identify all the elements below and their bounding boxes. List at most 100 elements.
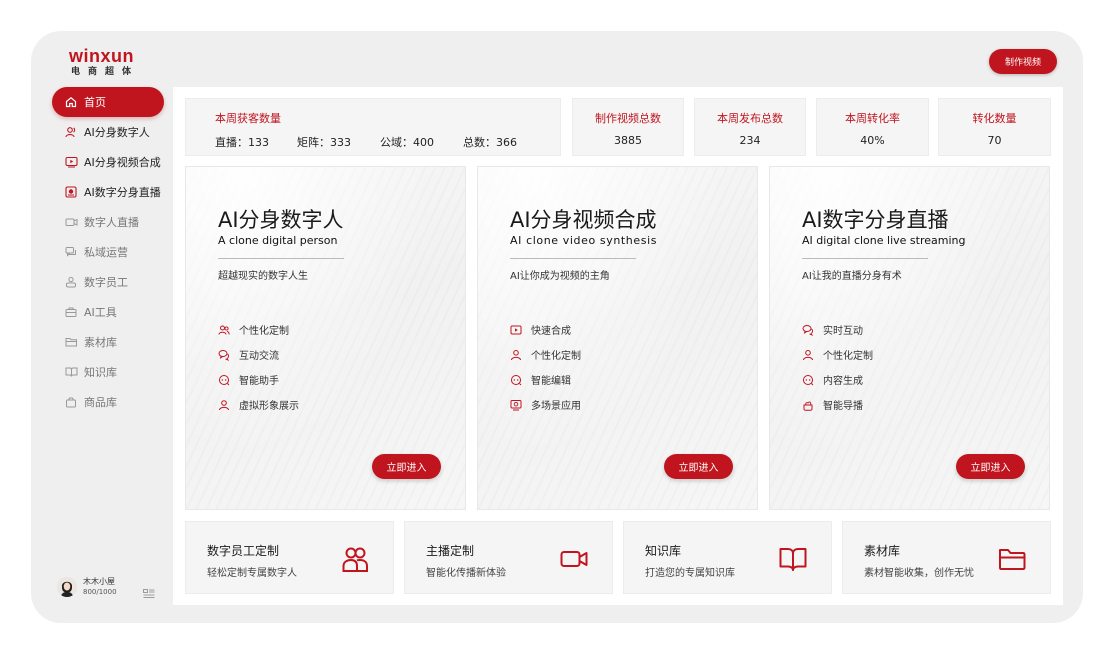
users-icon: [64, 275, 78, 289]
stat-value: 3885: [614, 134, 642, 147]
assistant-icon: [218, 374, 230, 386]
menu-icon[interactable]: [143, 584, 155, 598]
divider: [802, 258, 928, 259]
stat-title: 本周获客数量: [215, 112, 281, 125]
enter-button[interactable]: 立即进入: [956, 454, 1025, 479]
stat-public: 公域：400: [380, 136, 434, 149]
card-description: AI让我的直播分身有术: [802, 271, 902, 282]
tile-title: 主播定制: [426, 544, 475, 558]
tile-subtitle: 素材智能收集，创作无忧: [864, 568, 974, 579]
live-icon: [64, 185, 78, 199]
stat-live: 直播：133: [215, 136, 269, 149]
stat-matrix: 矩阵：333: [297, 136, 351, 149]
feature-label: 智能导播: [823, 401, 863, 412]
sidebar-item-ai-live-stream[interactable]: AI数字分身直播: [52, 177, 164, 207]
stat-title: 转化数量: [972, 112, 1017, 125]
feature-label: 快速合成: [531, 326, 571, 337]
sidebar-item-home[interactable]: 首页: [52, 87, 164, 117]
card-ai-live-streaming[interactable]: AI数字分身直播 AI digital clone live streaming…: [769, 166, 1050, 510]
card-title: AI分身视频合成: [510, 208, 657, 232]
card-title: AI数字分身直播: [802, 208, 949, 232]
user-icon: [802, 349, 814, 361]
user-icon: [510, 349, 522, 361]
stat-videos-made: 制作视频总数 3885: [572, 98, 684, 156]
user-name: 木木小屋: [83, 577, 115, 586]
video-icon: [64, 155, 78, 169]
feature-item: 互动交流: [218, 347, 279, 362]
sidebar-item-ai-digital-human[interactable]: AI分身数字人: [52, 117, 164, 147]
chat-icon: [64, 245, 78, 259]
camera-icon: [64, 215, 78, 229]
feature-item: 个性化定制: [218, 322, 289, 337]
home-icon: [64, 95, 78, 109]
stat-total: 总数：366: [463, 136, 517, 149]
feature-item: 智能编辑: [510, 372, 571, 387]
divider: [218, 258, 344, 259]
card-ai-digital-human[interactable]: AI分身数字人 A clone digital person 超越现实的数字人生…: [185, 166, 466, 510]
enter-button[interactable]: 立即进入: [664, 454, 733, 479]
sidebar-item-digital-human-live[interactable]: 数字人直播: [52, 207, 164, 237]
chat-icon: [218, 349, 230, 361]
folder-icon: [999, 549, 1026, 570]
sidebar-item-label: AI工具: [84, 306, 117, 319]
users-icon: [342, 547, 368, 572]
sidebar: 首页 AI分身数字人 AI分身视频合成 AI数字分身直播 数字人直播 私域运营 …: [52, 87, 164, 417]
brand-logo[interactable]: winxun 电商超体: [69, 47, 159, 81]
stat-value: 234: [739, 134, 761, 147]
tile-material-library[interactable]: 素材库 素材智能收集，创作无忧: [842, 521, 1051, 594]
stat-value: 40%: [860, 134, 885, 147]
sidebar-item-materials[interactable]: 素材库: [52, 327, 164, 357]
feature-item: 个性化定制: [802, 347, 873, 362]
sidebar-item-products[interactable]: 商品库: [52, 387, 164, 417]
card-subtitle: AI digital clone live streaming: [802, 234, 966, 247]
stat-title: 本周转化率: [845, 112, 900, 125]
users-icon: [218, 324, 230, 336]
content-icon: [802, 374, 814, 386]
bag-icon: [64, 395, 78, 409]
make-video-button[interactable]: 制作视频: [989, 49, 1057, 74]
card-ai-video-synthesis[interactable]: AI分身视频合成 AI clone video synthesis AI让你成为…: [477, 166, 758, 510]
user-profile[interactable]: 木木小屋 800/1000: [57, 577, 157, 597]
sidebar-item-label: 素材库: [84, 336, 117, 349]
brand-name: winxun: [69, 46, 134, 66]
sidebar-item-ai-tools[interactable]: AI工具: [52, 297, 164, 327]
tile-digital-staff-custom[interactable]: 数字员工定制 轻松定制专属数字人: [185, 521, 394, 594]
sidebar-item-private-domain[interactable]: 私域运营: [52, 237, 164, 267]
chat-icon: [802, 324, 814, 336]
card-description: 超越现实的数字人生: [218, 271, 308, 282]
feature-label: 个性化定制: [823, 351, 873, 362]
feature-label: 内容生成: [823, 376, 863, 387]
avatar: [57, 577, 77, 597]
edit-icon: [510, 374, 522, 386]
sidebar-item-digital-staff[interactable]: 数字员工: [52, 267, 164, 297]
sidebar-item-label: AI分身视频合成: [84, 156, 161, 169]
tile-subtitle: 打造您的专属知识库: [645, 568, 735, 579]
tile-anchor-custom[interactable]: 主播定制 智能化传播新体验: [404, 521, 613, 594]
sidebar-item-knowledge[interactable]: 知识库: [52, 357, 164, 387]
card-title: AI分身数字人: [218, 208, 344, 232]
feature-label: 个性化定制: [239, 326, 289, 337]
user-quota: 800/1000: [83, 588, 117, 596]
folder-icon: [64, 335, 78, 349]
book-icon: [64, 365, 78, 379]
tile-title: 知识库: [645, 544, 682, 558]
feature-item: 智能导播: [802, 397, 863, 412]
tile-title: 素材库: [864, 544, 901, 558]
feature-item: 多场景应用: [510, 397, 581, 412]
feature-item: 个性化定制: [510, 347, 581, 362]
stat-conversions: 转化数量 70: [938, 98, 1051, 156]
enter-button[interactable]: 立即进入: [372, 454, 441, 479]
feature-item: 虚拟形象展示: [218, 397, 299, 412]
stat-weekly-published: 本周发布总数 234: [694, 98, 806, 156]
sidebar-item-label: 知识库: [84, 366, 117, 379]
sidebar-item-ai-video-synthesis[interactable]: AI分身视频合成: [52, 147, 164, 177]
sidebar-item-label: AI数字分身直播: [84, 186, 161, 199]
tile-knowledge-base[interactable]: 知识库 打造您的专属知识库: [623, 521, 832, 594]
tile-subtitle: 智能化传播新体验: [426, 568, 506, 579]
scene-icon: [510, 399, 522, 411]
divider: [510, 258, 636, 259]
feature-label: 互动交流: [239, 351, 279, 362]
main-content: 本周获客数量 直播：133 矩阵：333 公域：400 总数：366 制作视频总…: [173, 87, 1063, 605]
tile-subtitle: 轻松定制专属数字人: [207, 568, 297, 579]
user-icon: [64, 125, 78, 139]
